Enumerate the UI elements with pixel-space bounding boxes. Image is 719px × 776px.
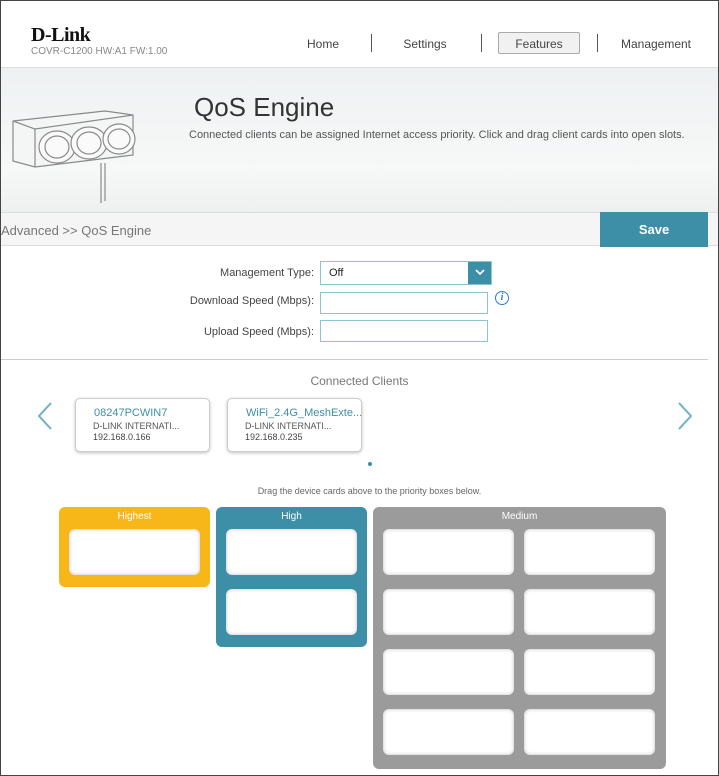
priority-slot[interactable] <box>226 589 357 635</box>
drag-hint: Drag the device cards above to the prior… <box>257 486 482 496</box>
management-type-label: Management Type: <box>220 267 314 279</box>
chevron-down-icon[interactable] <box>468 262 491 284</box>
client-name: WiFi_2.4G_MeshExte... <box>246 407 363 419</box>
client-ip: 192.168.0.235 <box>245 432 303 442</box>
client-vendor: D-LINK INTERNATI... <box>245 421 332 431</box>
nav-management[interactable]: Management <box>611 37 701 51</box>
client-card[interactable]: WiFi_2.4G_MeshExte... D-LINK INTERNATI..… <box>227 398 362 452</box>
priority-slot[interactable] <box>524 529 655 575</box>
nav-features[interactable]: Features <box>498 32 580 54</box>
priority-box-medium: Medium <box>373 507 666 769</box>
client-vendor: D-LINK INTERNATI... <box>93 421 180 431</box>
priority-slot[interactable] <box>524 589 655 635</box>
save-button[interactable]: Save <box>600 212 708 247</box>
upload-speed-input[interactable] <box>320 320 488 342</box>
nav-separator <box>597 34 598 52</box>
info-icon[interactable]: i <box>495 291 509 305</box>
dlink-logo: D-Link <box>31 24 91 46</box>
nav-separator <box>371 34 372 52</box>
top-header: D-Link COVR-C1200 HW:A1 FW:1.00 Home Set… <box>1 1 718 67</box>
priority-slot[interactable] <box>69 529 200 575</box>
breadcrumb: Advanced >> QoS Engine <box>1 223 152 238</box>
download-speed-label: Download Speed (Mbps): <box>189 295 314 307</box>
priority-box-high: High <box>216 507 367 647</box>
page-description: Connected clients can be assigned Intern… <box>189 129 685 141</box>
priority-slot[interactable] <box>383 709 514 755</box>
chevron-left-icon[interactable] <box>37 401 53 431</box>
breadcrumb-bar: Advanced >> QoS Engine Save <box>1 212 718 247</box>
client-name: 08247PCWIN7 <box>94 407 168 419</box>
client-card[interactable]: 08247PCWIN7 D-LINK INTERNATI... 192.168.… <box>75 398 210 452</box>
carousel-page-indicator[interactable] <box>368 462 372 466</box>
priority-label-high: High <box>281 511 302 522</box>
priority-label-medium: Medium <box>501 511 538 522</box>
priority-label-highest: Highest <box>117 511 152 522</box>
connected-clients-title: Connected Clients <box>310 374 409 388</box>
upload-speed-label: Upload Speed (Mbps): <box>203 326 314 338</box>
priority-slot[interactable] <box>383 589 514 635</box>
section-divider <box>1 359 708 360</box>
priority-box-highest: Highest <box>59 507 210 587</box>
page-title: QoS Engine <box>194 92 335 122</box>
priority-slot[interactable] <box>524 649 655 695</box>
feature-banner: QoS Engine Connected clients can be assi… <box>1 67 718 212</box>
qos-engine-illustration <box>12 110 136 203</box>
management-type-select[interactable]: Off <box>320 261 492 285</box>
priority-slot[interactable] <box>226 529 357 575</box>
nav-home[interactable]: Home <box>293 37 353 51</box>
chevron-right-icon[interactable] <box>677 401 693 431</box>
nav-settings[interactable]: Settings <box>391 37 459 51</box>
priority-slot[interactable] <box>383 529 514 575</box>
router-admin-page: D-Link COVR-C1200 HW:A1 FW:1.00 Home Set… <box>0 0 719 776</box>
management-type-value: Off <box>329 267 344 279</box>
download-speed-input[interactable] <box>320 292 488 314</box>
model-info: COVR-C1200 HW:A1 FW:1.00 <box>31 46 168 57</box>
priority-slot[interactable] <box>524 709 655 755</box>
client-ip: 192.168.0.166 <box>93 432 151 442</box>
priority-slot[interactable] <box>383 649 514 695</box>
nav-separator <box>481 34 482 52</box>
